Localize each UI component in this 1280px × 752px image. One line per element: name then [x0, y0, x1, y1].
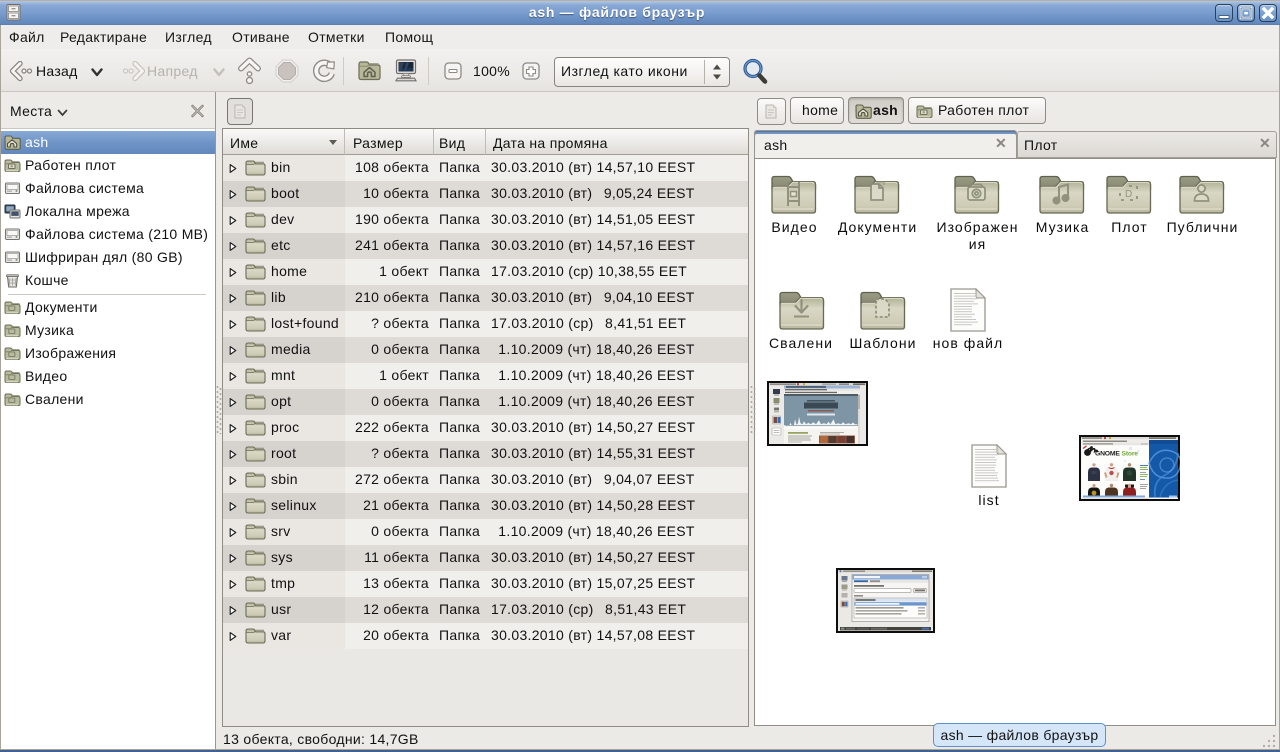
svg-text:GNOME: GNOME — [1095, 451, 1120, 458]
svg-text:Store: Store — [1122, 451, 1139, 458]
svg-text:D: D — [1125, 189, 1133, 200]
